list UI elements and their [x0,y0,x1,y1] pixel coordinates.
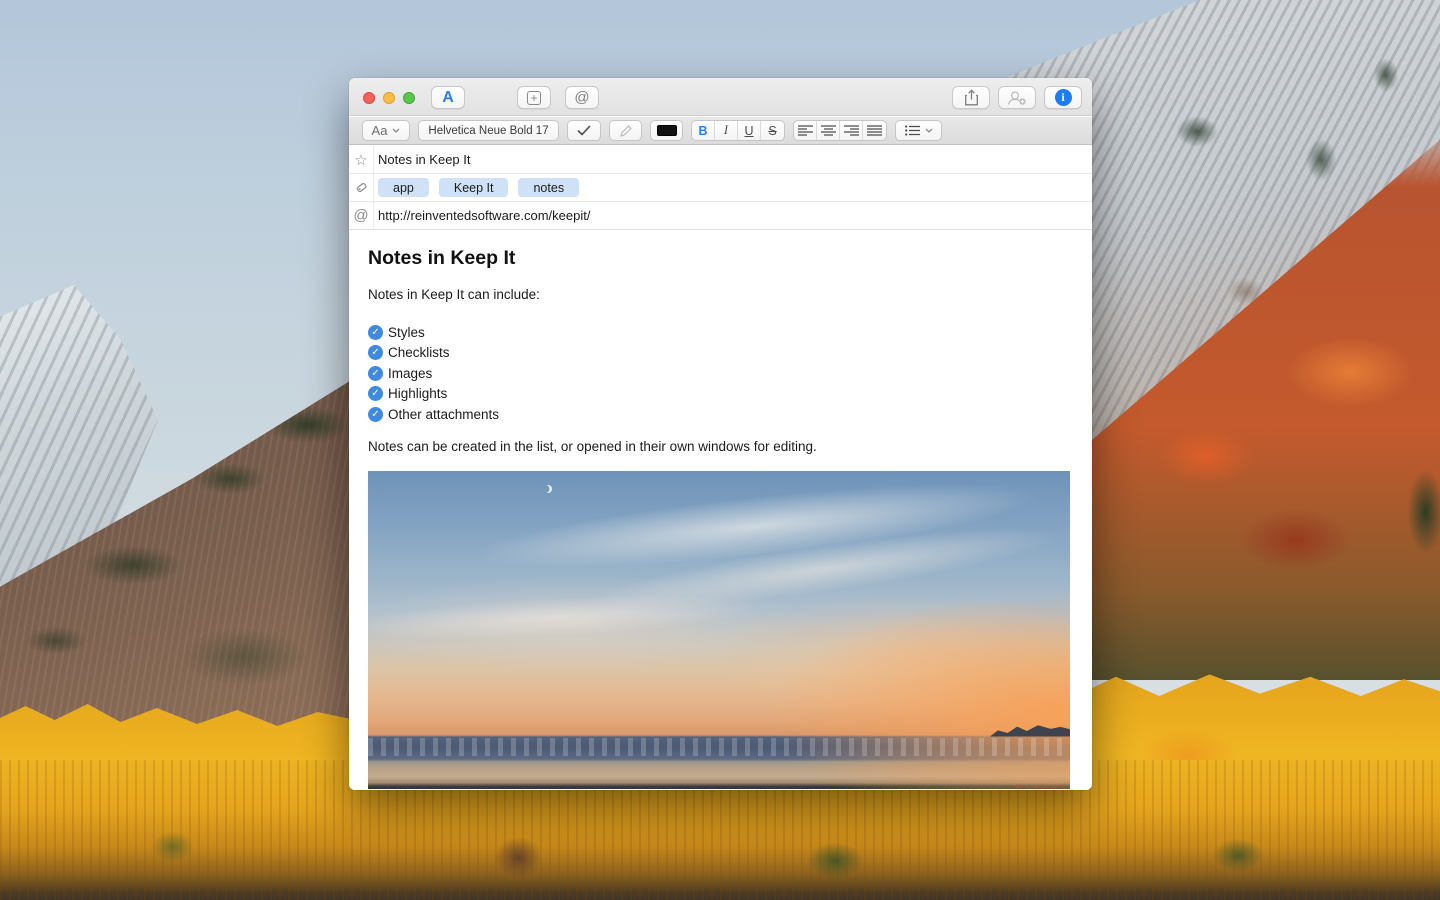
checkbox-checked-icon[interactable]: ✓ [368,407,383,422]
new-item-button[interactable]: + [517,86,551,109]
tag-pill[interactable]: notes [518,178,579,197]
headland-silhouette [990,721,1070,737]
checklist-item-label: Images [388,366,432,381]
add-people-button[interactable] [998,86,1036,109]
zoom-button[interactable] [403,92,415,104]
format-a-label: A [442,89,454,107]
tag-icon [349,174,374,201]
cloud-streak [368,471,1070,598]
tag-list: app Keep It notes [374,178,579,197]
window-titlebar[interactable]: A + @ [349,78,1092,116]
tag-pill[interactable]: Keep It [439,178,509,197]
beach-sunset-photo[interactable] [368,471,1070,789]
add-link-button[interactable]: @ [565,86,599,109]
chevron-down-icon [925,128,933,133]
checklist: ✓ Styles ✓ Checklists ✓ Images ✓ Highlig… [368,322,1073,425]
close-button[interactable] [363,92,375,104]
new-item-icon: + [527,91,541,105]
url-row[interactable]: @ http://reinventedsoftware.com/keepit/ [349,202,1092,230]
align-center-icon [821,125,836,136]
info-button[interactable]: i [1044,86,1082,109]
text-style-dropdown[interactable]: Aa [362,120,410,141]
align-right-icon [844,125,859,136]
at-icon: @ [349,202,374,229]
checkbox-checked-icon[interactable]: ✓ [368,345,383,360]
tags-row[interactable]: app Keep It notes [349,174,1092,202]
align-left-icon [798,125,813,136]
person-add-icon [1007,90,1027,106]
keep-it-note-window: A + @ [349,78,1092,790]
checkbox-checked-icon[interactable]: ✓ [368,386,383,401]
text-style-segment[interactable]: B I U S [691,120,785,141]
align-justify-icon [867,125,882,136]
underline-button[interactable]: U [738,121,761,140]
cloud-streak [508,503,1070,635]
checklist-toggle-button[interactable] [567,120,601,141]
text-style-label: Aa [372,123,388,138]
note-heading: Notes in Keep It [368,230,1073,270]
format-panel-button[interactable]: A [431,86,465,109]
at-icon: @ [574,89,589,106]
alignment-segment[interactable] [793,120,887,141]
tag-pill[interactable]: app [378,178,429,197]
align-right-button[interactable] [840,121,863,140]
note-editor[interactable]: Notes in Keep It Notes in Keep It can in… [349,230,1092,790]
chevron-down-icon [392,128,400,133]
note-fields: ☆ Notes in Keep It app Keep It notes @ h… [349,146,1092,230]
sea-glints [368,738,1070,756]
pen-icon [619,124,633,138]
bold-button[interactable]: B [692,121,715,140]
title-row[interactable]: ☆ Notes in Keep It [349,146,1092,174]
checklist-item: ✓ Styles [368,322,1073,343]
highlight-pen-button[interactable] [609,120,642,141]
checklist-item-label: Checklists [388,345,450,360]
note-footer-text: Notes can be created in the list, or ope… [368,439,1073,455]
font-name-button[interactable]: Helvetica Neue Bold 17 [418,120,559,141]
bullet-list-icon [905,125,920,136]
align-left-button[interactable] [794,121,817,140]
info-icon: i [1055,89,1072,106]
checklist-item: ✓ Images [368,363,1073,384]
italic-button[interactable]: I [715,121,738,140]
minimize-button[interactable] [383,92,395,104]
color-swatch-black [657,125,677,136]
checklist-item: ✓ Checklists [368,343,1073,364]
checkbox-checked-icon[interactable]: ✓ [368,366,383,381]
format-toolbar[interactable]: Aa Helvetica Neue Bold 17 B I U S [349,117,1092,145]
note-intro: Notes in Keep It can include: [368,287,1073,303]
crescent-moon [544,485,552,493]
checklist-item-label: Other attachments [388,407,499,422]
note-url-field[interactable]: http://reinventedsoftware.com/keepit/ [374,208,590,223]
checkmark-icon [577,125,591,136]
text-color-well[interactable] [650,120,683,141]
align-justify-button[interactable] [863,121,886,140]
list-style-dropdown[interactable] [895,120,942,141]
note-title-field[interactable]: Notes in Keep It [374,152,471,167]
star-icon[interactable]: ☆ [349,146,374,173]
strikethrough-button[interactable]: S [761,121,784,140]
share-button[interactable] [952,86,990,109]
checkbox-checked-icon[interactable]: ✓ [368,325,383,340]
checklist-item: ✓ Other attachments [368,404,1073,425]
align-center-button[interactable] [817,121,840,140]
cloud-streak [368,583,860,648]
font-name-label: Helvetica Neue Bold 17 [428,125,548,137]
checklist-item: ✓ Highlights [368,384,1073,405]
checklist-item-label: Highlights [388,386,447,401]
checklist-item-label: Styles [388,325,425,340]
share-icon [964,89,979,106]
